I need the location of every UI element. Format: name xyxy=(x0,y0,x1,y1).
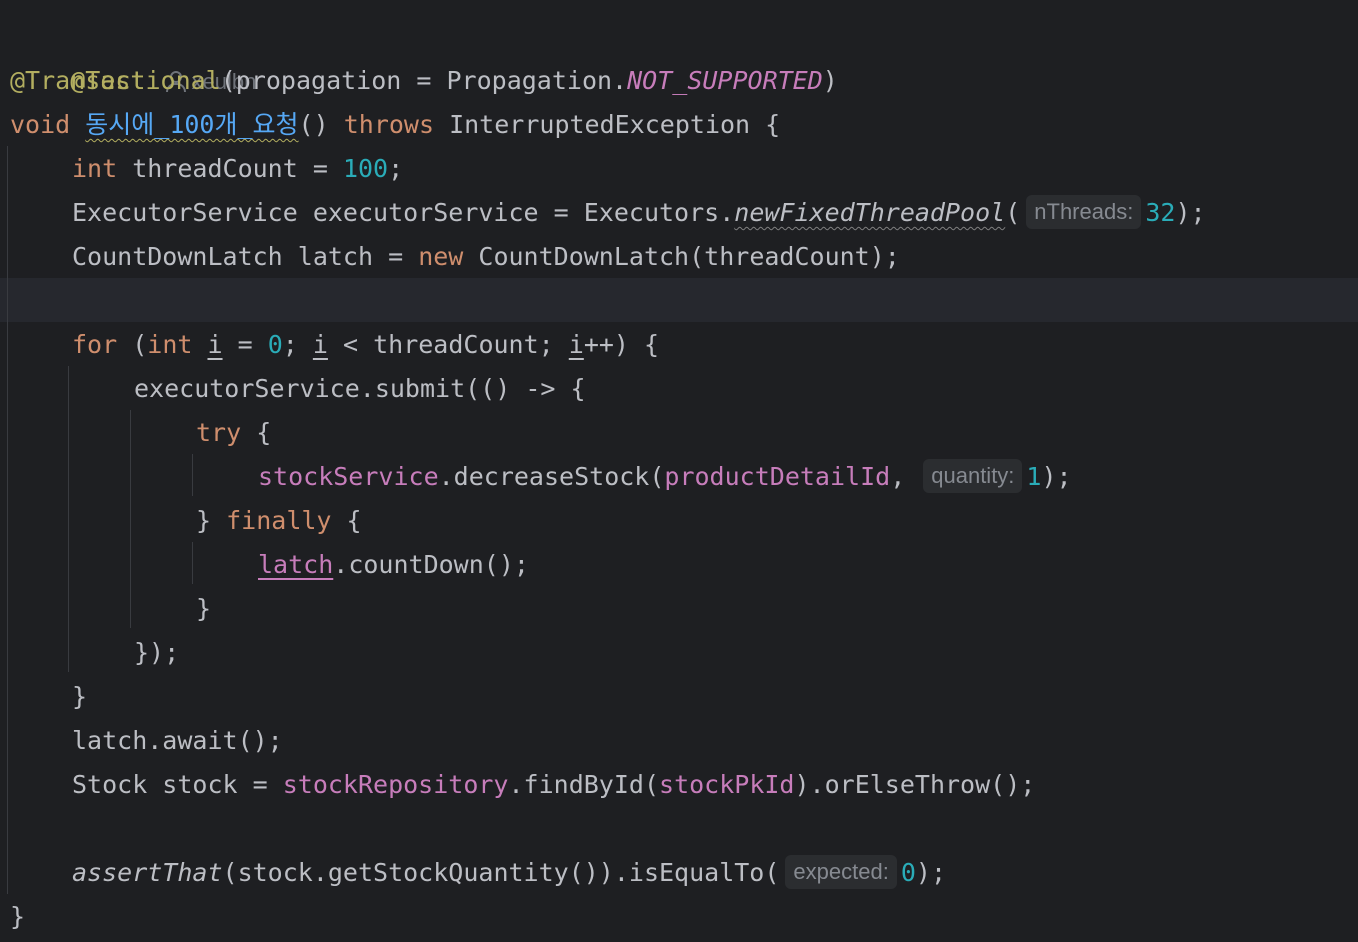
code-line-1[interactable]: @Test xeulbn xyxy=(10,15,256,95)
indent-guide xyxy=(192,454,193,496)
parameter-hint-expected: expected: xyxy=(785,855,897,889)
code-line-3[interactable]: void 동시에_100개_요청() throws InterruptedExc… xyxy=(10,103,780,147)
code-line-9[interactable]: executorService.submit(() -> { xyxy=(134,367,586,411)
code-editor[interactable]: @Test xeulbn @Transactional(propagation =… xyxy=(0,0,1358,942)
code-line-13[interactable]: latch.countDown(); xyxy=(258,543,529,587)
code-line-21[interactable]: } xyxy=(10,895,25,939)
code-line-15[interactable]: }); xyxy=(134,631,179,675)
stock-repository-field: stockRepository xyxy=(282,770,509,799)
code-line-20[interactable]: assertThat(stock.getStockQuantity()).isE… xyxy=(72,851,946,895)
parameter-hint-nthreads: nThreads: xyxy=(1026,195,1142,229)
assert-that-call: assertThat xyxy=(72,858,223,887)
indent-guide xyxy=(192,542,193,584)
code-line-18[interactable]: Stock stock = stockRepository.findById(s… xyxy=(72,763,1035,807)
code-line-14[interactable]: } xyxy=(196,587,211,631)
caret-line-highlight xyxy=(0,278,1358,322)
transactional-annotation: @Transactional xyxy=(10,66,221,95)
code-line-4[interactable]: int threadCount = 100; xyxy=(72,147,403,191)
code-line-6[interactable]: CountDownLatch latch = new CountDownLatc… xyxy=(72,235,900,279)
stock-service-field: stockService xyxy=(258,462,439,491)
code-line-12[interactable]: } finally { xyxy=(196,499,362,543)
code-line-8[interactable]: for (int i = 0; i < threadCount; i++) { xyxy=(72,323,659,367)
code-line-10[interactable]: try { xyxy=(196,411,271,455)
method-name[interactable]: 동시에_100개_요청 xyxy=(85,110,298,139)
code-line-17[interactable]: latch.await(); xyxy=(72,719,283,763)
indent-guide xyxy=(68,366,69,672)
code-line-11[interactable]: stockService.decreaseStock(productDetail… xyxy=(258,455,1072,499)
code-line-5[interactable]: ExecutorService executorService = Execut… xyxy=(72,191,1206,235)
propagation-constant: NOT_SUPPORTED xyxy=(627,66,823,95)
parameter-hint-quantity: quantity: xyxy=(923,459,1023,493)
indent-guide xyxy=(7,146,8,894)
code-line-2[interactable]: @Transactional(propagation = Propagation… xyxy=(10,59,838,103)
code-line-16[interactable]: } xyxy=(72,675,87,719)
new-fixed-thread-pool-call[interactable]: newFixedThreadPool xyxy=(734,198,1005,227)
latch-variable: latch xyxy=(258,550,334,579)
indent-guide xyxy=(130,410,131,628)
